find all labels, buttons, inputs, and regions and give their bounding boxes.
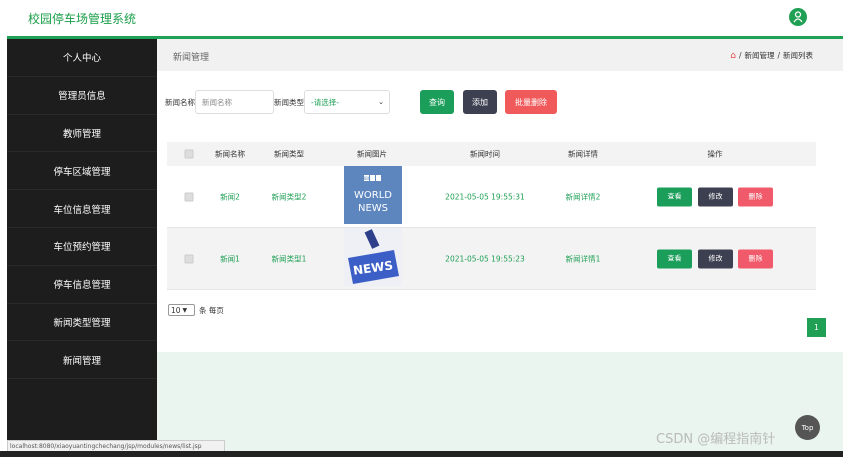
back-to-top-button[interactable]: Top xyxy=(795,415,820,440)
news-image: NEWS xyxy=(344,228,402,286)
sidebar-item-label: 新闻管理 xyxy=(62,355,101,367)
sidebar-item-space-reservation[interactable]: 车位预约管理 xyxy=(7,228,157,266)
row-checkbox[interactable] xyxy=(184,192,194,201)
breadcrumb-item: 新闻列表 xyxy=(783,51,813,60)
chevron-down-icon: ⌄ xyxy=(378,98,384,106)
news-type-label: 新闻类型 xyxy=(274,97,304,107)
select-all-checkbox[interactable] xyxy=(184,149,194,159)
news-type-cell: 新闻类型2 xyxy=(271,192,307,201)
top-header: 校园停车场管理系统 xyxy=(0,0,843,36)
sidebar-item-personal-center[interactable]: 个人中心 xyxy=(7,39,157,77)
breadcrumb: ⌂ / 新闻管理 / 新闻列表 xyxy=(730,50,813,61)
app-title: 校园停车场管理系统 xyxy=(28,12,137,26)
sidebar-item-parking-area[interactable]: 停车区域管理 xyxy=(7,152,157,191)
sidebar-item-label: 停车区域管理 xyxy=(53,166,111,178)
table-row: 新闻2 新闻类型2 BBC WORLD NEWS 2021-05-05 19:5… xyxy=(167,166,816,228)
column-header: 新闻类型 xyxy=(274,149,304,159)
per-page-label: 条 每页 xyxy=(199,305,224,315)
news-image: BBC WORLD NEWS xyxy=(344,166,402,224)
edit-button[interactable]: 修改 xyxy=(698,187,733,206)
sidebar-item-news-type[interactable]: 新闻类型管理 xyxy=(7,304,157,342)
batch-delete-button[interactable]: 批量删除 xyxy=(505,90,557,114)
news-name-label: 新闻名称 xyxy=(165,97,195,107)
query-button[interactable]: 查询 xyxy=(420,90,454,114)
sidebar-item-parking-info[interactable]: 停车信息管理 xyxy=(7,266,157,304)
image-text-world: WORLD xyxy=(354,190,392,201)
news-time-cell: 2021-05-05 19:55:31 xyxy=(445,192,525,201)
column-header: 操作 xyxy=(707,149,723,159)
column-header: 新闻名称 xyxy=(215,149,245,159)
search-bar: 新闻名称 新闻名称 新闻类型 -请选择- ⌄ xyxy=(165,90,390,114)
breadcrumb-item[interactable]: 新闻管理 xyxy=(744,50,774,61)
edit-button[interactable]: 修改 xyxy=(698,249,733,268)
page-size-select[interactable]: 10 ▼ xyxy=(168,304,195,316)
delete-button[interactable]: 删除 xyxy=(738,249,773,268)
news-detail-cell: 新闻详情1 xyxy=(565,254,601,263)
news-type-selected: -请选择- xyxy=(311,97,339,107)
view-button[interactable]: 查看 xyxy=(657,187,692,206)
breadcrumb-separator: / xyxy=(777,51,780,60)
sidebar-item-news[interactable]: 新闻管理 xyxy=(7,341,157,380)
sidebar-item-admin-info[interactable]: 管理员信息 xyxy=(7,77,157,115)
column-header: 新闻时间 xyxy=(470,149,500,159)
sidebar-item-label: 车位信息管理 xyxy=(53,204,111,216)
row-checkbox[interactable] xyxy=(184,254,194,263)
page-title: 新闻管理 xyxy=(173,53,210,63)
news-table: 新闻名称 新闻类型 新闻图片 新闻时间 新闻详情 操作 新闻2 新闻类型2 BB… xyxy=(167,142,816,290)
sidebar-item-label: 停车信息管理 xyxy=(53,280,111,292)
sidebar-item-label: 新闻类型管理 xyxy=(53,317,111,329)
chevron-down-icon: ▼ xyxy=(182,306,188,314)
table-row: 新闻1 新闻类型1 NEWS 2021-05-05 19:55:23 新闻详情1… xyxy=(167,228,816,290)
add-button[interactable]: 添加 xyxy=(463,90,497,114)
news-type-select[interactable]: -请选择- ⌄ xyxy=(304,90,390,114)
breadcrumb-separator: / xyxy=(738,51,742,60)
page-header-bar: 新闻管理 ⌂ / 新闻管理 / 新闻列表 xyxy=(157,39,843,71)
sidebar-item-label: 管理员信息 xyxy=(58,91,106,103)
column-header: 新闻详情 xyxy=(568,149,598,159)
news-detail-cell: 新闻详情2 xyxy=(565,192,601,201)
news-name-cell: 新闻1 xyxy=(220,254,240,263)
watermark: CSDN @编程指南针 xyxy=(656,432,776,447)
delete-button[interactable]: 删除 xyxy=(738,187,773,206)
news-name-placeholder: 新闻名称 xyxy=(202,97,232,107)
home-icon[interactable]: ⌂ xyxy=(730,51,736,61)
sidebar-item-label: 教师管理 xyxy=(62,128,101,140)
page-size-control: 10 ▼ 条 每页 xyxy=(168,304,224,316)
sidebar-item-label: 个人中心 xyxy=(62,53,101,65)
news-time-cell: 2021-05-05 19:55:23 xyxy=(445,254,525,263)
user-avatar-icon[interactable] xyxy=(789,8,807,26)
page-size-value: 10 xyxy=(171,305,181,315)
column-header: 新闻图片 xyxy=(357,149,387,159)
sidebar-item-space-info[interactable]: 车位信息管理 xyxy=(7,190,157,228)
sidebar: 个人中心 管理员信息 教师管理 停车区域管理 车位信息管理 车位预约管理 停车信… xyxy=(7,39,157,451)
news-type-cell: 新闻类型1 xyxy=(271,254,307,263)
sidebar-item-label: 车位预约管理 xyxy=(53,242,111,254)
news-name-input[interactable]: 新闻名称 xyxy=(195,90,274,114)
image-text-news: NEWS xyxy=(358,203,388,214)
view-button[interactable]: 查看 xyxy=(657,249,692,268)
news-name-cell: 新闻2 xyxy=(220,192,240,201)
table-header: 新闻名称 新闻类型 新闻图片 新闻时间 新闻详情 操作 xyxy=(167,142,816,166)
sidebar-item-teacher-management[interactable]: 教师管理 xyxy=(7,115,157,153)
bottom-bar xyxy=(0,451,843,457)
bbc-letter-b: BBC xyxy=(362,176,370,181)
page-number-button[interactable]: 1 xyxy=(807,318,826,337)
main-content: 新闻管理 ⌂ / 新闻管理 / 新闻列表 新闻名称 新闻名称 新闻类型 -请选择… xyxy=(157,39,843,451)
